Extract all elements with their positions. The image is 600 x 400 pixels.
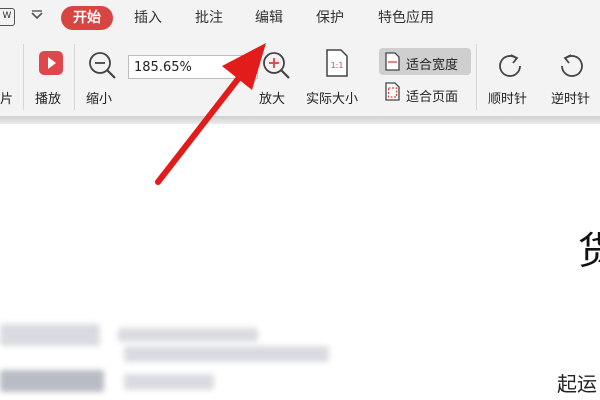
annotation-arrow: [155, 43, 266, 185]
